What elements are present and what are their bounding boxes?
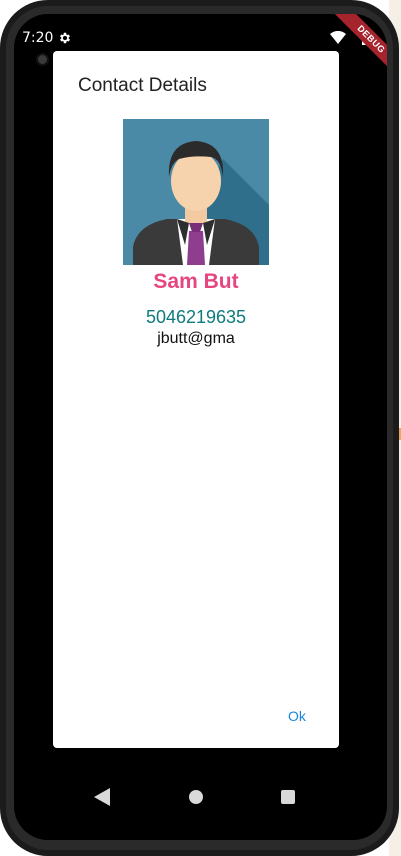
- dialog-title: Contact Details: [78, 75, 207, 96]
- contact-name: Sam But: [153, 270, 239, 293]
- home-icon[interactable]: [189, 790, 203, 804]
- contact-email: jbutt@gma: [157, 330, 235, 347]
- contact-details-dialog: Contact Details Sam But 5046219635 jbutt…: [53, 51, 339, 748]
- contact-phone: 5046219635: [145, 307, 247, 327]
- android-nav-bar: [14, 774, 387, 820]
- back-icon[interactable]: [94, 788, 110, 806]
- status-time: 7:20: [22, 30, 54, 46]
- avatar: [123, 119, 269, 265]
- recents-icon[interactable]: [281, 790, 295, 804]
- gear-icon: [59, 32, 71, 44]
- phone-frame: 7:20 DEBUG Contact Details Sam But 50462…: [0, 0, 399, 856]
- wifi-icon: [330, 31, 346, 44]
- ok-button[interactable]: Ok: [275, 704, 319, 728]
- phone-screen: 7:20 DEBUG Contact Details Sam But 50462…: [14, 14, 387, 840]
- camera-cutout: [36, 53, 49, 66]
